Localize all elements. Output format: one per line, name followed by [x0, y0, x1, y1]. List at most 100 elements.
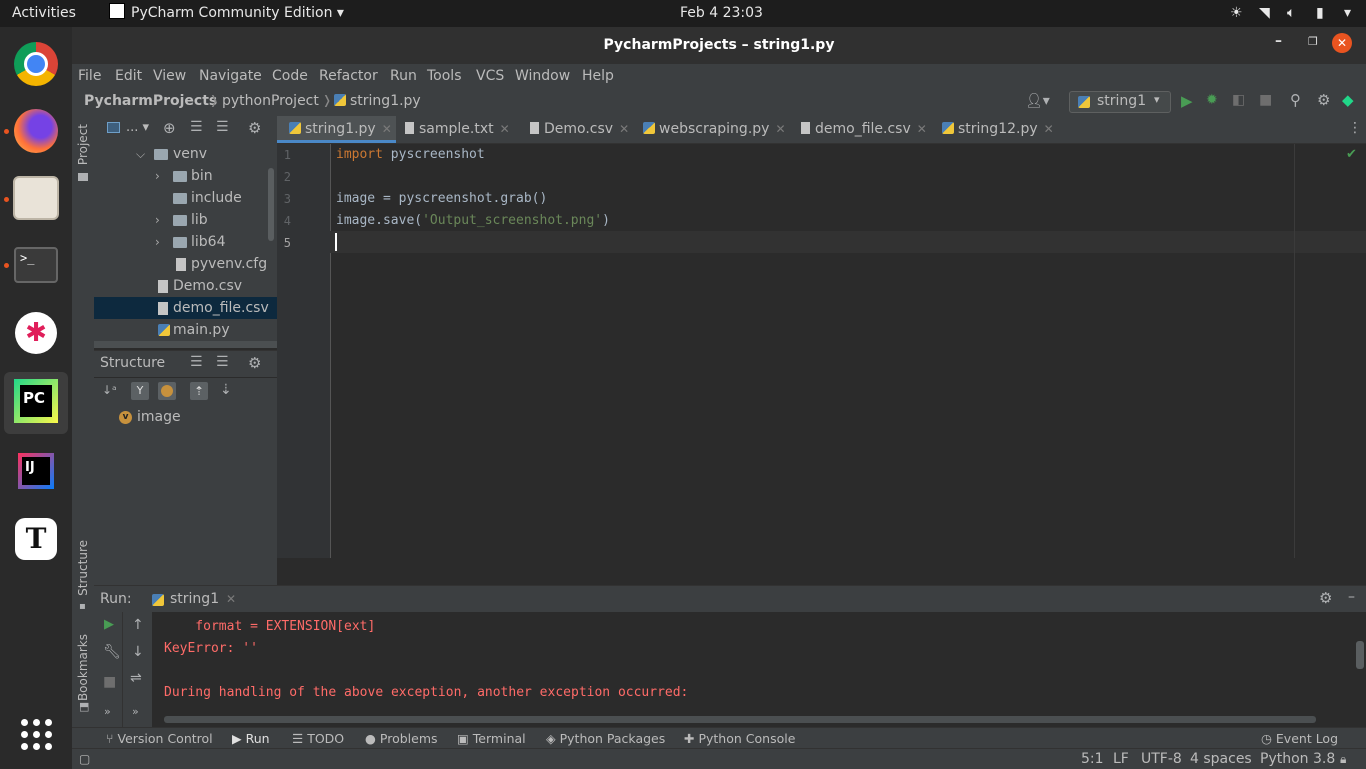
- firefox-icon[interactable]: [12, 107, 60, 155]
- menu-run[interactable]: Run: [390, 64, 417, 88]
- autoscroll-to-source-icon[interactable]: ⇡: [190, 382, 208, 400]
- menu-navigate[interactable]: Navigate: [199, 64, 262, 88]
- show-fields-icon[interactable]: [158, 382, 176, 400]
- stop-icon[interactable]: ■: [103, 674, 116, 690]
- tool-tab-python-console[interactable]: ✚ Python Console: [684, 728, 795, 749]
- menu-edit[interactable]: Edit: [115, 64, 142, 88]
- close-tab-icon[interactable]: ✕: [382, 122, 392, 136]
- wrench-icon[interactable]: 🔧︎: [103, 644, 121, 660]
- tab-demo-csv[interactable]: Demo.csv ✕: [530, 116, 629, 143]
- show-inherited-icon[interactable]: Y: [131, 382, 149, 400]
- run-console-output[interactable]: format = EXTENSION[ext] KeyError: '' Dur…: [152, 612, 1366, 727]
- breadcrumb-folder[interactable]: pythonProject: [222, 93, 319, 109]
- system-menu-chevron-icon[interactable]: ▾: [1344, 0, 1351, 27]
- collapse-all-icon[interactable]: ☰: [216, 354, 229, 370]
- menu-file[interactable]: File: [78, 64, 101, 88]
- more-tabs-icon[interactable]: ⋮: [1348, 120, 1362, 136]
- clock[interactable]: Feb 4 23:03: [680, 0, 763, 27]
- volume-icon[interactable]: 🔈︎: [1287, 0, 1295, 27]
- close-tab-icon[interactable]: ✕: [226, 592, 236, 606]
- tree-item-demo-csv[interactable]: Demo.csv: [94, 275, 277, 297]
- coverage-icon[interactable]: ◧: [1232, 92, 1245, 108]
- tool-tab-python-packages[interactable]: ◈ Python Packages: [546, 728, 665, 749]
- lock-icon[interactable]: 🔒︎: [1340, 749, 1346, 769]
- close-tab-icon[interactable]: ✕: [619, 122, 629, 136]
- checkmark-icon[interactable]: ✔: [1346, 147, 1357, 162]
- maximize-icon[interactable]: ❐: [1308, 35, 1318, 48]
- rerun-icon[interactable]: ▶: [104, 617, 114, 632]
- more-actions-icon[interactable]: »: [132, 705, 139, 718]
- tab-string12-py[interactable]: string12.py ✕: [942, 116, 1054, 143]
- close-tab-icon[interactable]: ✕: [775, 122, 785, 136]
- tree-item-lib64[interactable]: › lib64: [94, 231, 277, 253]
- file-encoding[interactable]: UTF-8: [1141, 749, 1182, 769]
- activities-button[interactable]: Activities: [12, 0, 76, 27]
- gear-icon[interactable]: ⚙: [1317, 91, 1330, 109]
- files-icon[interactable]: [12, 174, 60, 222]
- structure-item-image[interactable]: v image: [94, 407, 277, 429]
- tab-sample-txt[interactable]: sample.txt ✕: [405, 116, 510, 143]
- tab-webscraping-py[interactable]: webscraping.py ✕: [643, 116, 786, 143]
- menu-help[interactable]: Help: [582, 64, 614, 88]
- terminal-icon[interactable]: >_: [12, 241, 60, 289]
- run-icon[interactable]: ▶: [1181, 92, 1193, 110]
- tree-item-main-py[interactable]: main.py: [94, 319, 277, 341]
- locate-icon[interactable]: ⊕: [163, 119, 176, 137]
- chrome-icon[interactable]: [12, 40, 60, 88]
- tree-item-lib[interactable]: › lib: [94, 209, 277, 231]
- horizontal-scrollbar[interactable]: [164, 716, 1316, 723]
- stop-icon[interactable]: ■: [1259, 92, 1272, 108]
- run-config-select[interactable]: string1 ▾: [1069, 91, 1171, 113]
- scroll-down-icon[interactable]: ↓: [132, 644, 144, 660]
- indent-setting[interactable]: 4 spaces: [1190, 749, 1252, 769]
- project-tool-tab[interactable]: Project: [76, 124, 90, 165]
- event-log-button[interactable]: ◷ Event Log: [1261, 728, 1338, 749]
- tab-string1-py[interactable]: string1.py ✕: [277, 116, 396, 143]
- menu-window[interactable]: Window: [515, 64, 570, 88]
- run-tab-string1[interactable]: string1 ✕: [144, 586, 244, 613]
- menu-view[interactable]: View: [153, 64, 186, 88]
- minimize-icon[interactable]: –: [1275, 33, 1282, 49]
- minimize-panel-icon[interactable]: –: [1348, 589, 1355, 605]
- close-tab-icon[interactable]: ✕: [1044, 122, 1054, 136]
- bookmarks-tool-tab[interactable]: Bookmarks: [76, 634, 90, 701]
- menu-refactor[interactable]: Refactor: [319, 64, 378, 88]
- tree-item-pyvenv-cfg[interactable]: pyvenv.cfg: [94, 253, 277, 275]
- tree-item-bin[interactable]: › bin: [94, 165, 277, 187]
- scroll-up-icon[interactable]: ↑: [132, 617, 144, 633]
- tool-tab-todo[interactable]: ☰ TODO: [292, 728, 344, 749]
- tree-item-include[interactable]: include: [94, 187, 277, 209]
- menu-tools[interactable]: Tools: [427, 64, 462, 88]
- horizontal-scrollbar[interactable]: [94, 341, 277, 348]
- tree-item-demo-file-csv[interactable]: demo_file.csv: [94, 297, 277, 319]
- tree-item-venv[interactable]: ⌵ venv: [94, 143, 277, 165]
- window-title-bar[interactable]: PycharmProjects – string1.py – ❐ ✕: [72, 27, 1366, 64]
- autoscroll-from-source-icon[interactable]: ⇣: [220, 382, 232, 398]
- code-editor[interactable]: import pyscreenshot image = pyscreenshot…: [330, 144, 1366, 558]
- breadcrumb-file[interactable]: string1.py: [334, 93, 421, 109]
- typora-icon[interactable]: T: [12, 515, 60, 563]
- gear-icon[interactable]: ⚙: [248, 119, 261, 137]
- show-applications-icon[interactable]: [12, 710, 60, 758]
- python-interpreter[interactable]: Python 3.8: [1260, 749, 1335, 769]
- collapse-all-icon[interactable]: ☰: [216, 119, 229, 135]
- caret-position[interactable]: 5:1: [1081, 749, 1104, 769]
- project-view-icon[interactable]: [107, 122, 120, 133]
- intellij-icon[interactable]: IJ: [12, 447, 60, 495]
- battery-icon[interactable]: ▮: [1316, 0, 1324, 27]
- tool-tab-version-control[interactable]: ⑂ Version Control: [106, 728, 213, 749]
- tab-demo-file-csv[interactable]: demo_file.csv ✕: [801, 116, 927, 143]
- debug-icon[interactable]: ✹: [1206, 92, 1218, 108]
- project-view-select[interactable]: ... ▾: [126, 120, 149, 135]
- close-icon[interactable]: ✕: [1332, 33, 1352, 53]
- pycharm-icon[interactable]: PC: [12, 377, 60, 425]
- structure-tool-tab[interactable]: Structure: [76, 540, 90, 596]
- jetbrains-logo-icon[interactable]: ◆: [1342, 91, 1354, 109]
- search-icon[interactable]: ⚲: [1290, 91, 1301, 109]
- breadcrumb-root[interactable]: PycharmProjects: [84, 93, 217, 109]
- gear-icon[interactable]: ⚙: [248, 354, 261, 372]
- close-tab-icon[interactable]: ✕: [917, 122, 927, 136]
- sort-alpha-icon[interactable]: ↓ᵃ: [102, 383, 117, 397]
- menu-code[interactable]: Code: [272, 64, 308, 88]
- tool-tab-run[interactable]: ▶ Run: [232, 728, 270, 749]
